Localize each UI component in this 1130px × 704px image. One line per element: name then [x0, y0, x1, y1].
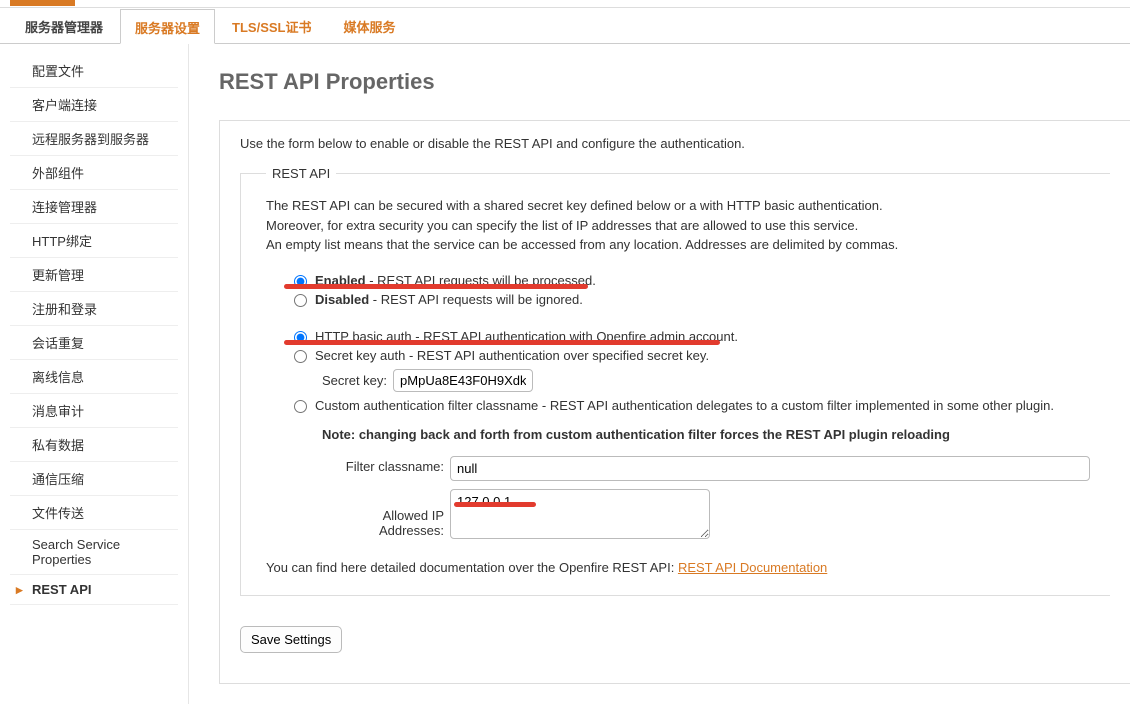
custom-auth-label: Custom authentication filter classname -… — [315, 398, 1054, 413]
sidebar-item-audit[interactable]: 消息审计 — [10, 394, 178, 428]
tab-tls-ssl[interactable]: TLS/SSL证书 — [217, 8, 326, 43]
custom-auth-radio[interactable] — [294, 400, 307, 413]
desc-line-1: The REST API can be secured with a share… — [266, 198, 883, 213]
highlight-mark — [284, 340, 720, 345]
sidebar-item-client-conn[interactable]: 客户端连接 — [10, 88, 178, 122]
sidebar-item-http-bind[interactable]: HTTP绑定 — [10, 224, 178, 258]
top-bar — [0, 0, 1130, 8]
desc-line-2: Moreover, for extra security you can spe… — [266, 218, 858, 233]
tab-media-service[interactable]: 媒体服务 — [328, 8, 410, 43]
http-auth-radio-row: HTTP basic auth - REST API authenticatio… — [294, 329, 1090, 344]
filter-classname-input[interactable] — [450, 456, 1090, 481]
secret-key-radio-row: Secret key auth - REST API authenticatio… — [294, 348, 1090, 363]
disabled-radio-row: Disabled - REST API requests will be ign… — [294, 292, 1090, 307]
filter-classname-row: Filter classname: — [322, 456, 1090, 481]
disabled-bold: Disabled — [315, 292, 369, 307]
sidebar-item-s2s[interactable]: 远程服务器到服务器 — [10, 122, 178, 156]
rest-api-fieldset: REST API The REST API can be secured wit… — [240, 166, 1110, 596]
disabled-label: Disabled - REST API requests will be ign… — [315, 292, 583, 307]
allowed-ip-textarea[interactable] — [450, 489, 710, 539]
secret-key-label: Secret key: — [322, 373, 387, 388]
fieldset-description: The REST API can be secured with a share… — [266, 196, 1090, 255]
intro-text: Use the form below to enable or disable … — [240, 136, 1110, 151]
doc-line: You can find here detailed documentation… — [266, 560, 1090, 575]
sidebar-item-ext-comp[interactable]: 外部组件 — [10, 156, 178, 190]
sidebar-item-conn-mgr[interactable]: 连接管理器 — [10, 190, 178, 224]
sidebar-item-private[interactable]: 私有数据 — [10, 428, 178, 462]
secret-key-row: Secret key: — [322, 369, 1090, 392]
allowed-ip-label: Allowed IP Addresses: — [322, 508, 444, 542]
active-top-tab-indicator — [10, 0, 75, 6]
note-text: Note: changing back and forth from custo… — [322, 427, 1090, 442]
highlight-mark — [284, 284, 588, 289]
highlight-mark — [454, 502, 536, 507]
allowed-ip-row: Allowed IP Addresses: — [322, 489, 1090, 542]
sidebar-item-search-service[interactable]: Search Service Properties — [10, 530, 178, 575]
sidebar-item-session-dup[interactable]: 会话重复 — [10, 326, 178, 360]
secret-key-radio-label: Secret key auth - REST API authenticatio… — [315, 348, 709, 363]
tab-server-settings[interactable]: 服务器设置 — [120, 9, 215, 44]
doc-link[interactable]: REST API Documentation — [678, 560, 827, 575]
fieldset-legend: REST API — [266, 166, 336, 181]
sidebar-item-config[interactable]: 配置文件 — [10, 54, 178, 88]
page-title: REST API Properties — [219, 69, 1130, 95]
sidebar: 配置文件 客户端连接 远程服务器到服务器 外部组件 连接管理器 HTTP绑定 更… — [0, 44, 189, 704]
sidebar-item-reg-login[interactable]: 注册和登录 — [10, 292, 178, 326]
sidebar-item-rest-api[interactable]: REST API — [10, 575, 178, 605]
tab-server-manager[interactable]: 服务器管理器 — [10, 8, 118, 43]
desc-line-3: An empty list means that the service can… — [266, 237, 898, 252]
disabled-rest: - REST API requests will be ignored. — [369, 292, 583, 307]
sidebar-item-compress[interactable]: 通信压缩 — [10, 462, 178, 496]
custom-auth-radio-row: Custom authentication filter classname -… — [294, 398, 1090, 413]
filter-classname-label: Filter classname: — [322, 459, 444, 478]
sidebar-item-update[interactable]: 更新管理 — [10, 258, 178, 292]
settings-panel: Use the form below to enable or disable … — [219, 120, 1130, 684]
secret-key-input[interactable] — [393, 369, 533, 392]
doc-text: You can find here detailed documentation… — [266, 560, 678, 575]
note-bold: Note: changing back and forth from custo… — [322, 427, 950, 442]
sub-tabs: 服务器管理器 服务器设置 TLS/SSL证书 媒体服务 — [0, 8, 1130, 44]
enabled-radio-row: Enabled - REST API requests will be proc… — [294, 273, 1090, 288]
disabled-radio[interactable] — [294, 294, 307, 307]
secret-key-radio[interactable] — [294, 350, 307, 363]
sidebar-item-offline[interactable]: 离线信息 — [10, 360, 178, 394]
content-area: REST API Properties Use the form below t… — [189, 44, 1130, 704]
sidebar-item-file-transfer[interactable]: 文件传送 — [10, 496, 178, 530]
